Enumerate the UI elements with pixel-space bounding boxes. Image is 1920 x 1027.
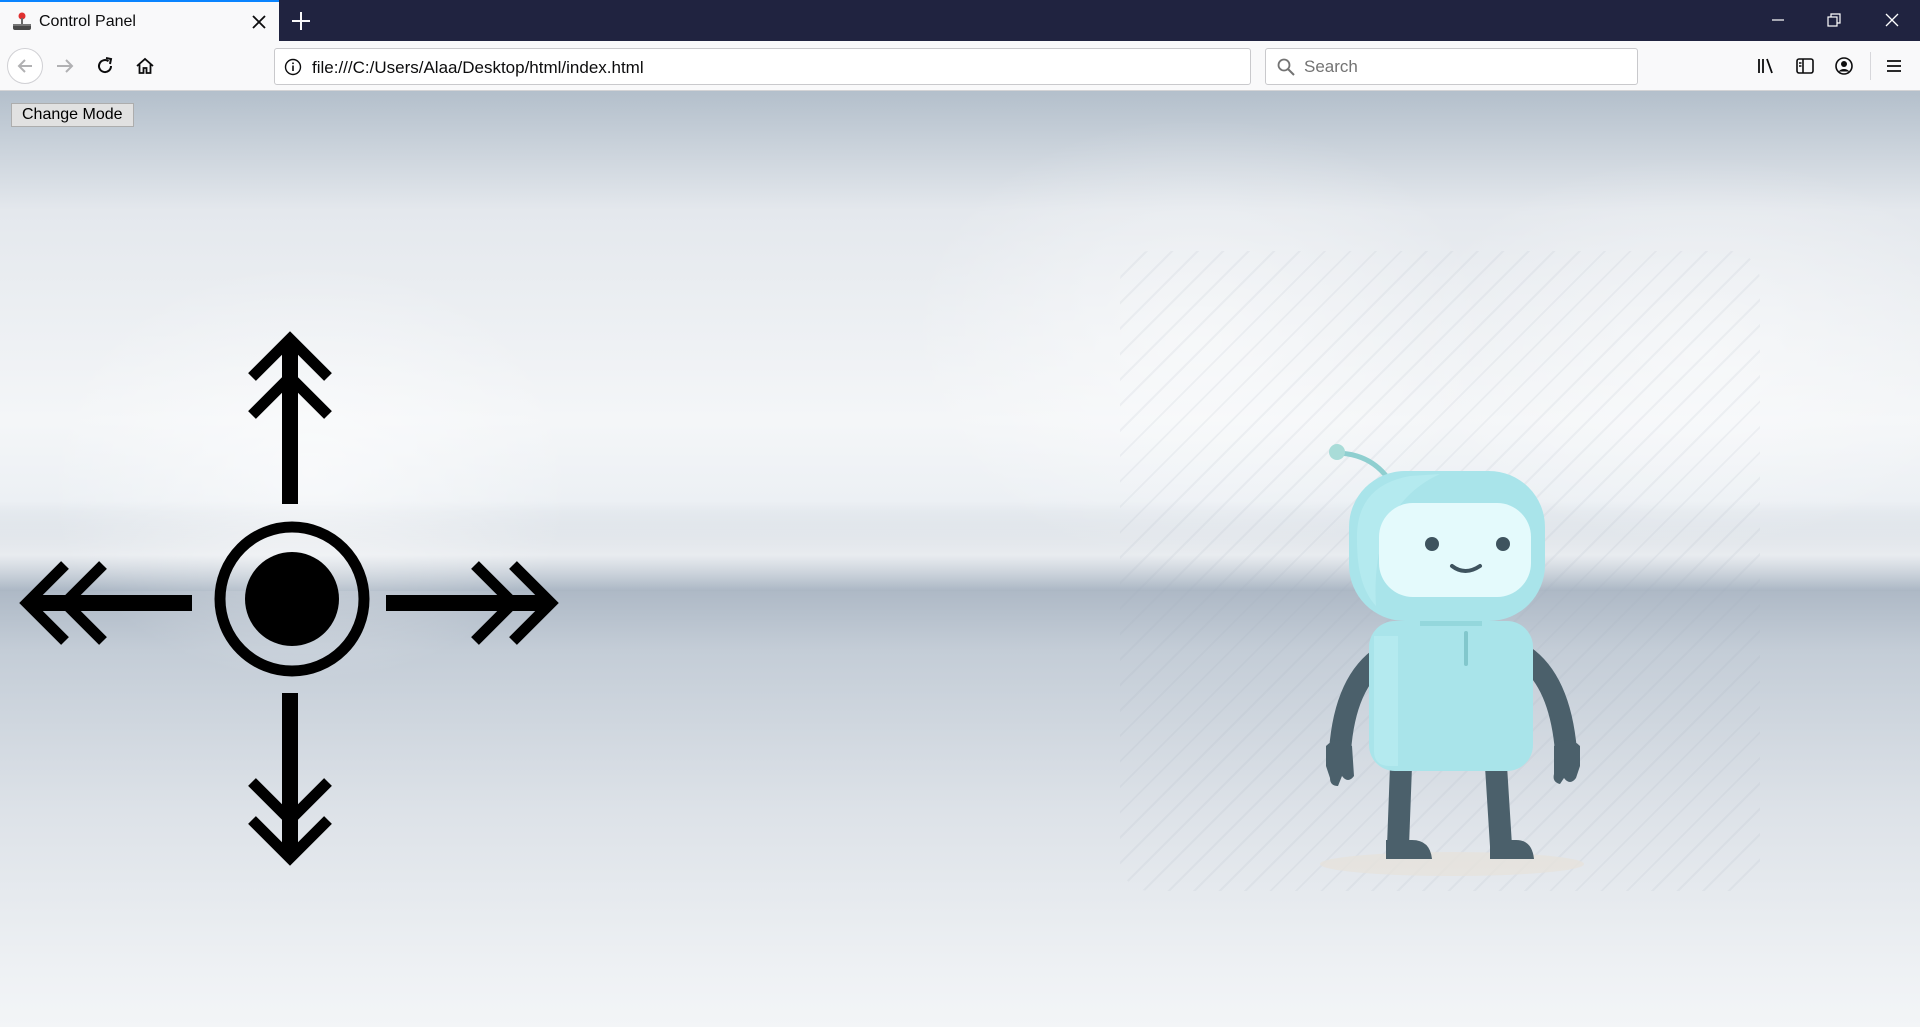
- toolbar-divider: [1870, 52, 1871, 80]
- tab-control-panel[interactable]: Control Panel: [0, 0, 279, 41]
- forward-arrow-icon: [57, 59, 74, 73]
- search-icon: [1277, 58, 1295, 76]
- restore-icon: [1827, 13, 1841, 27]
- down-arrow-icon[interactable]: [246, 691, 334, 866]
- plus-icon[interactable]: [289, 9, 313, 33]
- account-icon: [1835, 57, 1853, 75]
- change-mode-button[interactable]: Change Mode: [11, 103, 134, 127]
- tab-strip: Control Panel: [0, 0, 1920, 41]
- minimize-icon: [1772, 19, 1784, 21]
- forward-button[interactable]: [48, 49, 82, 83]
- home-icon: [136, 57, 154, 74]
- navigation-toolbar: file:///C:/Users/Alaa/Desktop/html/index…: [0, 41, 1920, 91]
- reload-icon: [98, 57, 113, 74]
- menu-icon: [1887, 60, 1901, 72]
- url-bar[interactable]: file:///C:/Users/Alaa/Desktop/html/index…: [274, 48, 1518, 85]
- tab-title: Control Panel: [39, 13, 136, 30]
- library-button[interactable]: [1749, 49, 1783, 83]
- page-content: Change Mode: [0, 91, 1920, 1027]
- menu-button[interactable]: [1877, 49, 1911, 83]
- reload-button[interactable]: [88, 49, 122, 83]
- search-input[interactable]: [1302, 54, 1626, 80]
- info-icon[interactable]: [284, 58, 302, 76]
- home-button[interactable]: [128, 49, 162, 83]
- right-arrow-icon[interactable]: [384, 559, 559, 647]
- minimize-button[interactable]: [1750, 0, 1806, 41]
- robot-illustration: [1320, 444, 1584, 876]
- sidebar-button[interactable]: [1788, 49, 1822, 83]
- close-tab-icon[interactable]: [249, 12, 269, 32]
- library-icon: [1758, 58, 1773, 74]
- back-button[interactable]: [7, 48, 43, 84]
- url-text[interactable]: file:///C:/Users/Alaa/Desktop/html/index…: [312, 58, 644, 78]
- restore-button[interactable]: [1806, 0, 1862, 41]
- close-window-button[interactable]: [1864, 0, 1920, 41]
- up-arrow-icon[interactable]: [246, 331, 334, 506]
- sidebar-icon: [1796, 58, 1814, 74]
- target-circle-icon[interactable]: [212, 519, 372, 679]
- joystick-icon: [13, 12, 31, 30]
- close-icon: [1885, 13, 1899, 27]
- back-arrow-icon: [17, 59, 32, 73]
- left-arrow-icon[interactable]: [19, 559, 194, 647]
- account-button[interactable]: [1827, 49, 1861, 83]
- search-bar[interactable]: [1265, 48, 1638, 85]
